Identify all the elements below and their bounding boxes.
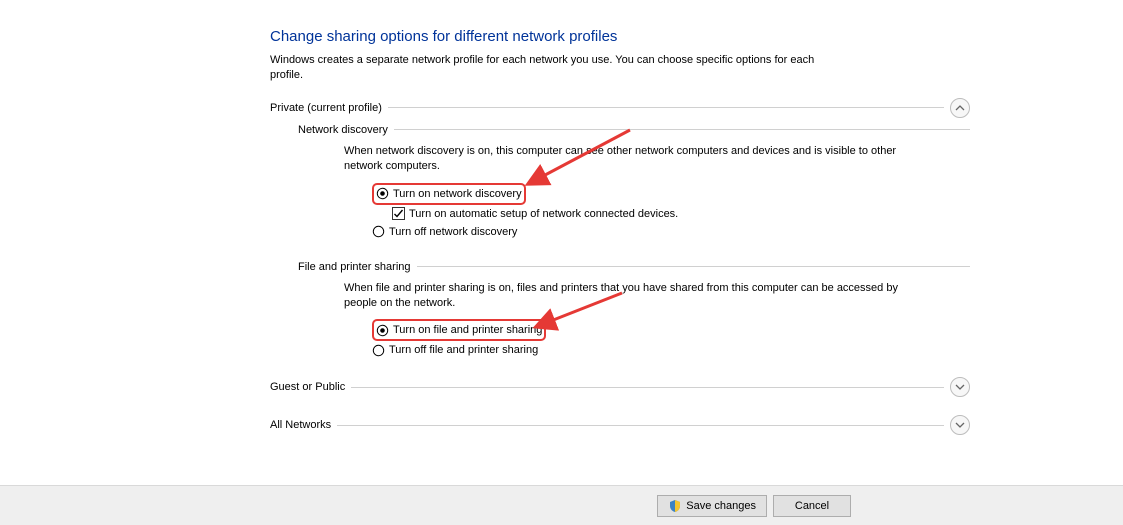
expand-guest-button[interactable] (950, 377, 970, 397)
file-printer-heading: File and printer sharing (298, 261, 411, 273)
subsection-network-discovery: Network discovery When network discovery… (298, 124, 970, 241)
annotation-highlight: Turn on file and printer sharing (372, 319, 546, 341)
radio-selected-icon (376, 187, 389, 200)
divider (351, 387, 944, 388)
section-private-label: Private (current profile) (270, 102, 382, 114)
checkbox-checked-icon (392, 207, 405, 220)
network-discovery-heading: Network discovery (298, 124, 388, 136)
section-guest-label: Guest or Public (270, 381, 345, 393)
radio-unselected-icon (372, 225, 385, 238)
radio-label: Turn on file and printer sharing (393, 321, 542, 339)
radio-network-discovery-off[interactable]: Turn off network discovery (372, 223, 970, 241)
cancel-button[interactable]: Cancel (773, 495, 851, 517)
annotation-highlight: Turn on network discovery (372, 183, 526, 205)
section-all-networks: All Networks (270, 415, 970, 435)
save-changes-button[interactable]: Save changes (657, 495, 767, 517)
network-discovery-text: When network discovery is on, this compu… (344, 144, 904, 175)
button-label: Cancel (795, 500, 829, 512)
button-label: Save changes (686, 500, 756, 512)
collapse-private-button[interactable] (950, 98, 970, 118)
file-printer-text: When file and printer sharing is on, fil… (344, 281, 904, 312)
chevron-down-icon (955, 420, 965, 430)
radio-selected-icon (376, 324, 389, 337)
checkbox-auto-setup[interactable]: Turn on automatic setup of network conne… (392, 205, 970, 223)
main-content: Change sharing options for different net… (270, 28, 970, 439)
radio-label: Turn off file and printer sharing (389, 341, 538, 359)
radio-file-printer-on[interactable]: Turn on file and printer sharing (372, 319, 970, 341)
section-guest-public: Guest or Public (270, 377, 970, 397)
page-title: Change sharing options for different net… (270, 28, 970, 45)
section-all-label: All Networks (270, 419, 331, 431)
radio-network-discovery-on[interactable]: Turn on network discovery (372, 183, 970, 205)
button-bar: Save changes Cancel (0, 485, 1123, 525)
radio-unselected-icon (372, 344, 385, 357)
shield-icon (668, 499, 682, 513)
radio-file-printer-off[interactable]: Turn off file and printer sharing (372, 341, 970, 359)
chevron-down-icon (955, 382, 965, 392)
divider (394, 129, 970, 130)
checkbox-label: Turn on automatic setup of network conne… (409, 205, 678, 223)
radio-label: Turn off network discovery (389, 223, 517, 241)
divider (388, 107, 944, 108)
page-description: Windows creates a separate network profi… (270, 53, 840, 84)
chevron-up-icon (955, 103, 965, 113)
section-private: Private (current profile) (270, 98, 970, 118)
subsection-file-printer-sharing: File and printer sharing When file and p… (298, 261, 970, 360)
expand-all-button[interactable] (950, 415, 970, 435)
divider (417, 266, 970, 267)
divider (337, 425, 944, 426)
radio-label: Turn on network discovery (393, 185, 522, 203)
